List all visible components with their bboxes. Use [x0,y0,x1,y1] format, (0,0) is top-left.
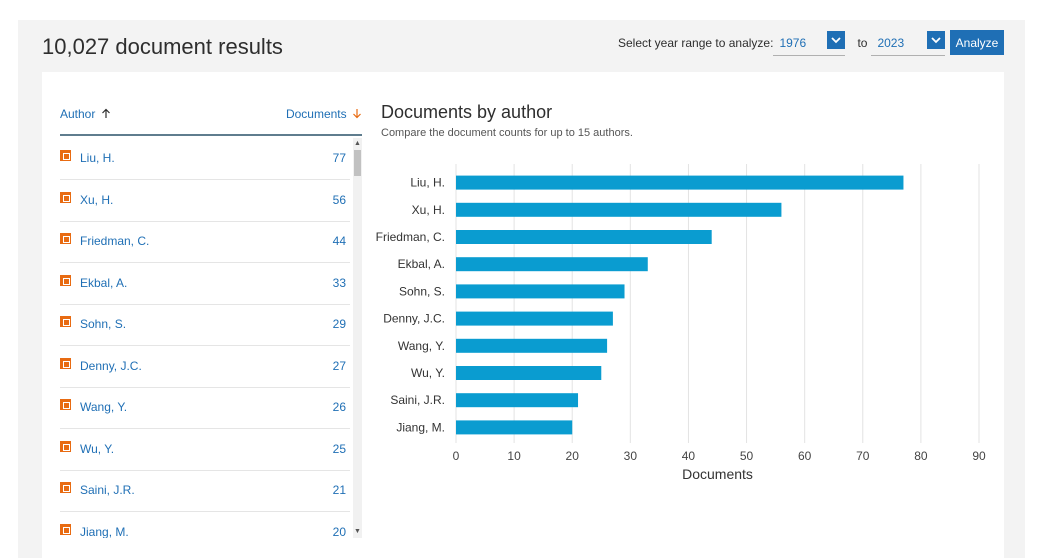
x-tick-label: 40 [682,449,696,463]
year-to-select[interactable]: 2023 [871,30,946,56]
author-name[interactable]: Sohn, S. [80,317,126,331]
author-list: Liu, H. 77 Xu, H. 56 Friedman, C. 44 Ekbal, A.… [60,138,362,538]
author-checkbox[interactable] [60,233,71,244]
author-document-count[interactable]: 56 [333,193,346,207]
author-name[interactable]: Friedman, C. [80,234,149,248]
author-name[interactable]: Saini, J.R. [80,483,135,497]
y-category-label: Saini, J.R. [390,393,445,407]
x-tick-label: 60 [798,449,812,463]
author-document-count[interactable]: 27 [333,359,346,373]
y-category-label: Friedman, C. [376,230,445,244]
bar[interactable] [456,338,608,353]
arrow-up-icon [101,108,110,118]
x-tick-label: 70 [856,449,870,463]
author-name[interactable]: Xu, H. [80,193,113,207]
author-name[interactable]: Denny, J.C. [80,359,142,373]
author-document-count[interactable]: 20 [333,525,346,539]
year-range-label: Select year range to analyze: [618,36,774,50]
y-category-label: Ekbal, A. [398,257,445,271]
author-list-item[interactable]: Ekbal, A. 33 [60,263,350,305]
author-name[interactable]: Ekbal, A. [80,276,127,290]
author-checkbox[interactable] [60,482,71,493]
bar[interactable] [456,366,602,380]
year-to-value: 2023 [877,35,905,50]
x-tick-label: 0 [453,449,460,463]
author-document-count[interactable]: 44 [333,234,346,248]
author-document-count[interactable]: 77 [333,151,346,165]
x-tick-label: 50 [740,449,754,463]
author-list-header: Author Documents [60,104,362,136]
author-checkbox[interactable] [60,399,71,410]
author-name[interactable]: Liu, H. [80,151,115,165]
author-document-count[interactable]: 25 [333,442,346,456]
author-list-item[interactable]: Sohn, S. 29 [60,304,350,346]
year-from-value: 1976 [779,35,807,50]
bar[interactable] [456,284,625,299]
author-list-item[interactable]: Jiang, M. 20 [60,512,350,539]
chart-subtitle: Compare the document counts for up to 15… [381,127,633,139]
y-category-label: Liu, H. [410,176,445,190]
scroll-up-arrow[interactable]: ▲ [353,140,362,148]
bar[interactable] [456,202,782,217]
author-list-item[interactable]: Liu, H. 77 [60,138,350,180]
x-tick-label: 30 [624,449,638,463]
author-checkbox[interactable] [60,523,71,535]
y-category-label: Xu, H. [412,203,445,217]
chevron-down-icon[interactable] [927,30,946,49]
author-header-label: Author [60,107,96,121]
bar[interactable] [456,311,613,326]
bar[interactable] [456,257,648,272]
analyze-button[interactable]: Analyze [950,30,1004,55]
y-category-label: Jiang, M. [396,420,445,434]
chevron-down-icon[interactable] [827,30,846,49]
page-title: 10,027 document results [42,34,283,59]
author-document-count[interactable]: 26 [333,400,346,414]
x-tick-label: 90 [972,449,986,463]
x-tick-label: 10 [507,449,521,463]
bar[interactable] [456,230,712,244]
author-document-count[interactable]: 33 [333,276,346,290]
author-name[interactable]: Jiang, M. [80,525,129,539]
y-category-label: Sohn, S. [399,284,445,298]
author-checkbox[interactable] [60,150,71,161]
documents-by-author-chart: 0 10 20 30 40 50 60 70 80 90 Liu, H. Xu, H. Friedman… [376,164,986,482]
y-category-label: Wu, Y. [411,366,445,380]
scrollbar-thumb[interactable] [354,150,361,176]
documents-header-label: Documents [285,107,347,121]
author-name[interactable]: Wang, Y. [80,400,127,414]
author-checkbox[interactable] [60,440,71,452]
year-to-label: to [857,36,868,50]
bar[interactable] [456,175,904,190]
bar[interactable] [456,420,573,435]
y-category-label: Denny, J.C. [383,312,445,326]
x-tick-label: 20 [566,449,580,463]
author-list-scrollbar[interactable]: ▲ ▼ [353,138,362,538]
author-list-item[interactable]: Friedman, C. 44 [60,221,350,263]
author-list-item[interactable]: Wang, Y. 26 [60,387,350,429]
x-axis-title: Documents [682,466,753,482]
author-list-item[interactable]: Saini, J.R. 21 [60,470,350,512]
author-checkbox[interactable] [60,357,71,369]
chart-title: Documents by author [381,102,553,122]
sort-by-author-link[interactable]: Author [60,107,111,121]
bar[interactable] [456,393,579,408]
author-checkbox[interactable] [60,316,71,327]
x-tick-label: 80 [914,449,928,463]
sort-by-documents-link[interactable]: Documents [286,107,362,121]
author-document-count[interactable]: 29 [333,317,346,331]
author-list-item[interactable]: Denny, J.C. 27 [60,346,350,388]
year-from-select[interactable]: 1976 [773,30,846,56]
author-checkbox[interactable] [60,191,71,203]
y-category-label: Wang, Y. [398,339,445,353]
author-name[interactable]: Wu, Y. [80,442,114,456]
author-checkbox[interactable] [60,274,71,286]
author-list-item[interactable]: Wu, Y. 25 [60,429,350,471]
year-range-controls: Select year range to analyze: 1976 to 20… [618,30,946,56]
author-document-count[interactable]: 21 [333,483,346,497]
scroll-down-arrow[interactable]: ▼ [353,528,362,536]
arrow-down-icon [353,109,361,119]
author-list-item[interactable]: Xu, H. 56 [60,180,350,222]
